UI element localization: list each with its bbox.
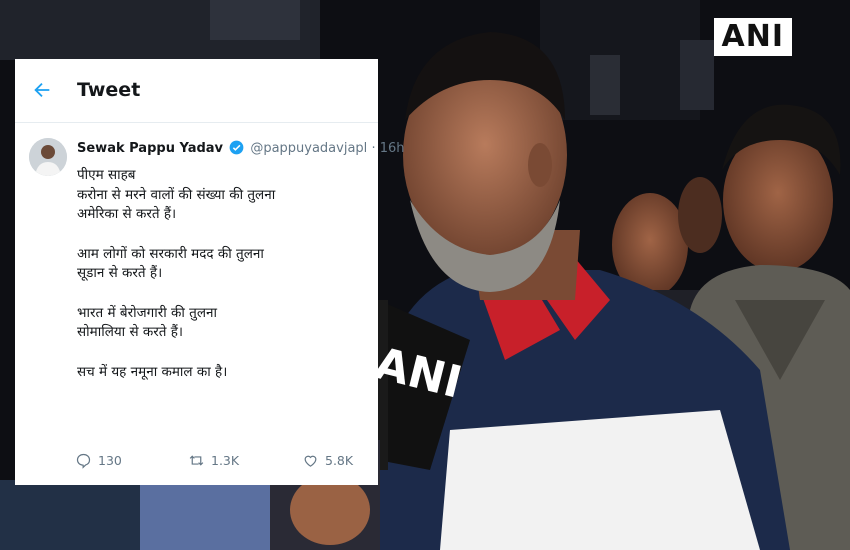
- paragraph: भारत में बेरोजगारी की तुलना सोमालिया से …: [77, 304, 367, 343]
- retweet-button[interactable]: 1.3K: [188, 452, 239, 469]
- paragraph: सच में यह नमूना कमाल का है।: [77, 363, 367, 383]
- page-title: Tweet: [77, 79, 141, 101]
- like-count: 5.8K: [325, 453, 354, 468]
- tweet-line: भारत में बेरोजगारी की तुलना: [77, 304, 218, 321]
- author-name[interactable]: Sewak Pappu Yadav: [77, 141, 223, 156]
- author-handle[interactable]: @pappuyadavjapl: [250, 141, 367, 156]
- tweet-time[interactable]: 16h: [380, 141, 405, 156]
- reply-button[interactable]: 130: [75, 452, 122, 469]
- separator-dot: ·: [371, 141, 376, 156]
- tweet-line: सोमालिया से करते हैं।: [77, 324, 184, 340]
- tweet-text: पीएम साहब करोना से मरने वालों की संख्या …: [77, 166, 367, 402]
- tweet-actions: 130 1.3K 5.8K: [75, 452, 365, 472]
- tweet-line: अमेरिका से करते हैं।: [77, 206, 177, 222]
- paragraph: पीएम साहब करोना से मरने वालों की संख्या …: [77, 166, 367, 225]
- reply-count: 130: [98, 453, 122, 468]
- retweet-icon: [189, 455, 204, 466]
- retweet-count: 1.3K: [211, 453, 240, 468]
- tweet-line: सच में यह नमूना कमाल का है।: [77, 363, 228, 380]
- tweet-line: करोना से मरने वालों की संख्या की तुलना: [77, 186, 276, 203]
- reply-icon: [76, 453, 91, 469]
- author-row: Sewak Pappu Yadav @pappuyadavjapl · 16h: [77, 140, 405, 156]
- ani-logo: ANI: [713, 18, 792, 56]
- verified-badge-icon: [229, 140, 244, 155]
- tweet-card: Tweet Sewak Pappu Yadav @pappuyadavjapl …: [15, 59, 405, 485]
- paragraph: आम लोगों को सरकारी मदद की तुलना सूडान से…: [77, 245, 367, 284]
- tweet-header: Tweet: [15, 59, 378, 123]
- tweet-line: पीएम साहब: [77, 167, 136, 183]
- avatar[interactable]: [29, 138, 67, 176]
- like-button[interactable]: 5.8K: [302, 452, 353, 469]
- tweet-line: आम लोगों को सरकारी मदद की तुलना: [77, 245, 264, 262]
- heart-icon: [304, 455, 317, 467]
- back-arrow-icon[interactable]: [31, 79, 53, 101]
- tweet-line: सूडान से करते हैं।: [77, 265, 163, 281]
